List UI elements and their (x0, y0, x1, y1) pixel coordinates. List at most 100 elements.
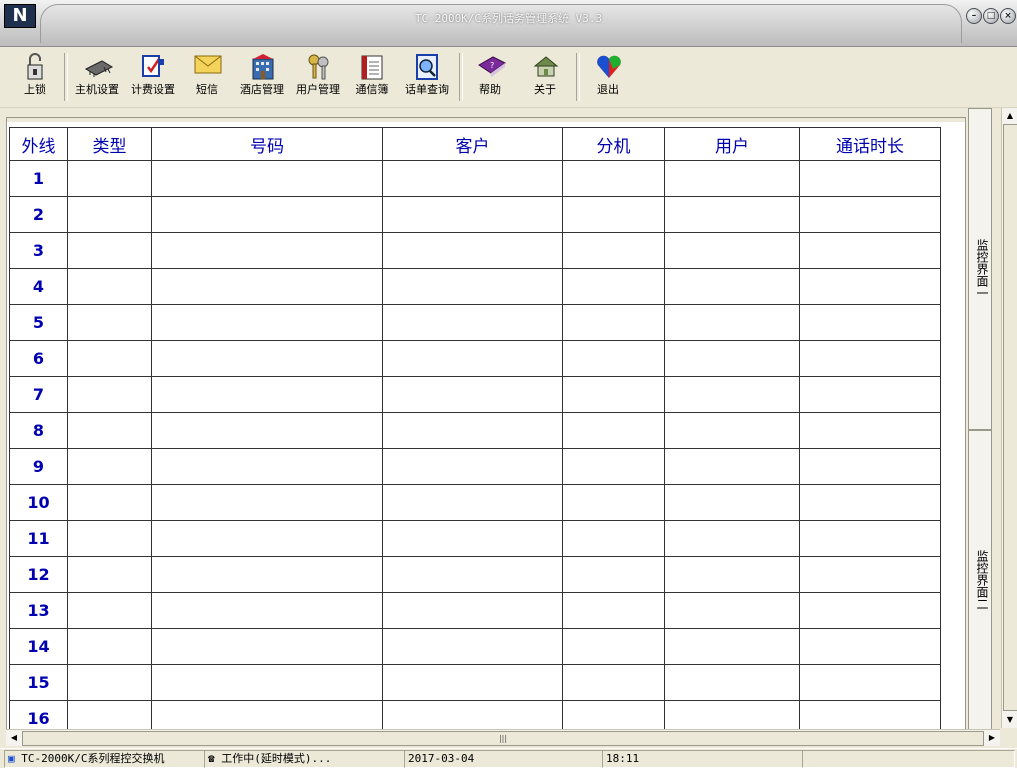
table-row[interactable]: 5 (9, 304, 941, 341)
table-row[interactable]: 14 (9, 628, 941, 665)
svg-text:?: ? (490, 61, 494, 70)
vertical-scroll-thumb[interactable] (1003, 124, 1017, 711)
grid-cell (67, 412, 152, 449)
column-header-type[interactable]: 类型 (67, 127, 152, 161)
keys-icon (305, 53, 331, 80)
horizontal-scrollbar[interactable]: ◀ ||| ▶ (6, 729, 1000, 746)
grid-cell (151, 520, 383, 557)
horizontal-scroll-thumb[interactable]: ||| (22, 731, 984, 746)
column-header-trunk[interactable]: 外线 (9, 127, 68, 161)
query-icon (414, 53, 440, 80)
table-row[interactable]: 1 (9, 160, 941, 197)
host-settings-button[interactable]: 主机设置 (70, 53, 124, 103)
call-record-query-button[interactable]: 话单查询 (400, 53, 454, 103)
grid-cell (562, 484, 665, 521)
grid-cell (67, 628, 152, 665)
grid-cell (562, 160, 665, 197)
grid-cell (562, 448, 665, 485)
minimize-button[interactable]: – (966, 8, 982, 24)
grid-cell (562, 340, 665, 377)
trunk-number-cell: 4 (9, 268, 68, 305)
table-row[interactable]: 2 (9, 196, 941, 233)
table-row[interactable]: 12 (9, 556, 941, 593)
lock-button[interactable]: 上锁 (18, 53, 52, 103)
grid-cell (382, 592, 563, 629)
scroll-down-icon[interactable]: ▼ (1002, 712, 1017, 728)
grid-cell (382, 520, 563, 557)
table-row[interactable]: 15 (9, 664, 941, 701)
help-button[interactable]: ? 帮助 (472, 53, 508, 103)
grid-cell (799, 412, 941, 449)
grid-cell (664, 376, 800, 413)
table-row[interactable]: 16 (9, 700, 941, 730)
help-book-icon: ? (477, 53, 506, 79)
table-row[interactable]: 8 (9, 412, 941, 449)
toolbar-separator (64, 53, 68, 101)
grid-cell (67, 232, 152, 269)
column-header-customer[interactable]: 客户 (382, 127, 563, 161)
column-header-number[interactable]: 号码 (151, 127, 383, 161)
grid-cell (799, 304, 941, 341)
table-row[interactable]: 6 (9, 340, 941, 377)
about-house-icon (532, 53, 559, 79)
phonebook-button[interactable]: 通信簿 (350, 53, 394, 103)
grid-cell (664, 160, 800, 197)
phonebook-icon (359, 53, 385, 80)
grid-cell (799, 340, 941, 377)
scroll-right-icon[interactable]: ▶ (984, 730, 1000, 746)
grid-cell (67, 376, 152, 413)
grid-cell (67, 484, 152, 521)
window-title: TC-2000K/C系列话务管理系统 V3.3 (414, 12, 603, 25)
hotel-management-button[interactable]: 酒店管理 (236, 53, 288, 103)
grid-cell (382, 304, 563, 341)
grid-cell (151, 556, 383, 593)
sms-button[interactable]: 短信 (188, 53, 226, 103)
table-row[interactable]: 7 (9, 376, 941, 413)
grid-cell (664, 412, 800, 449)
grid-cell (151, 412, 383, 449)
scroll-up-icon[interactable]: ▲ (1002, 108, 1017, 124)
table-row[interactable]: 4 (9, 268, 941, 305)
table-row[interactable]: 10 (9, 484, 941, 521)
billing-settings-button[interactable]: 计费设置 (126, 53, 180, 103)
trunk-number-cell: 14 (9, 628, 68, 665)
grid-cell (799, 628, 941, 665)
column-header-duration[interactable]: 通话时长 (799, 127, 941, 161)
column-header-user[interactable]: 用户 (664, 127, 800, 161)
vertical-scrollbar[interactable]: ▲ ▼ (1001, 108, 1017, 728)
tab-monitor-1[interactable]: 监控界面一 (968, 108, 992, 430)
table-row[interactable]: 13 (9, 592, 941, 629)
grid-cell (151, 448, 383, 485)
grid-cell (151, 664, 383, 701)
table-row[interactable]: 9 (9, 448, 941, 485)
trunk-number-cell: 5 (9, 304, 68, 341)
close-button[interactable]: × (1000, 8, 1016, 24)
grid-cell (382, 484, 563, 521)
phone-icon: ☎ (208, 752, 215, 765)
about-button[interactable]: 关于 (527, 53, 563, 103)
status-product: ▣ TC-2000K/C系列程控交换机 (4, 750, 205, 768)
exit-button[interactable]: 退出 (590, 53, 626, 103)
grid-cell (67, 700, 152, 730)
status-empty (802, 750, 1015, 768)
toolbar-separator (459, 53, 463, 101)
grid-cell (664, 448, 800, 485)
tab-monitor-2[interactable]: 监控界面二 (968, 430, 992, 730)
grid-cell (151, 304, 383, 341)
grid-cell (151, 268, 383, 305)
scroll-left-icon[interactable]: ◀ (6, 730, 22, 746)
grid-cell (151, 196, 383, 233)
grid-cell (67, 592, 152, 629)
table-row[interactable]: 3 (9, 232, 941, 269)
grid-cell (799, 268, 941, 305)
maximize-button[interactable]: □ (983, 8, 999, 24)
grid-cell (382, 628, 563, 665)
user-management-button[interactable]: 用户管理 (292, 53, 344, 103)
column-header-extension[interactable]: 分机 (562, 127, 665, 161)
trunk-number-cell: 2 (9, 196, 68, 233)
grid-cell (382, 376, 563, 413)
grid-cell (799, 232, 941, 269)
grid-cell (562, 664, 665, 701)
table-row[interactable]: 11 (9, 520, 941, 557)
grid-cell (67, 520, 152, 557)
